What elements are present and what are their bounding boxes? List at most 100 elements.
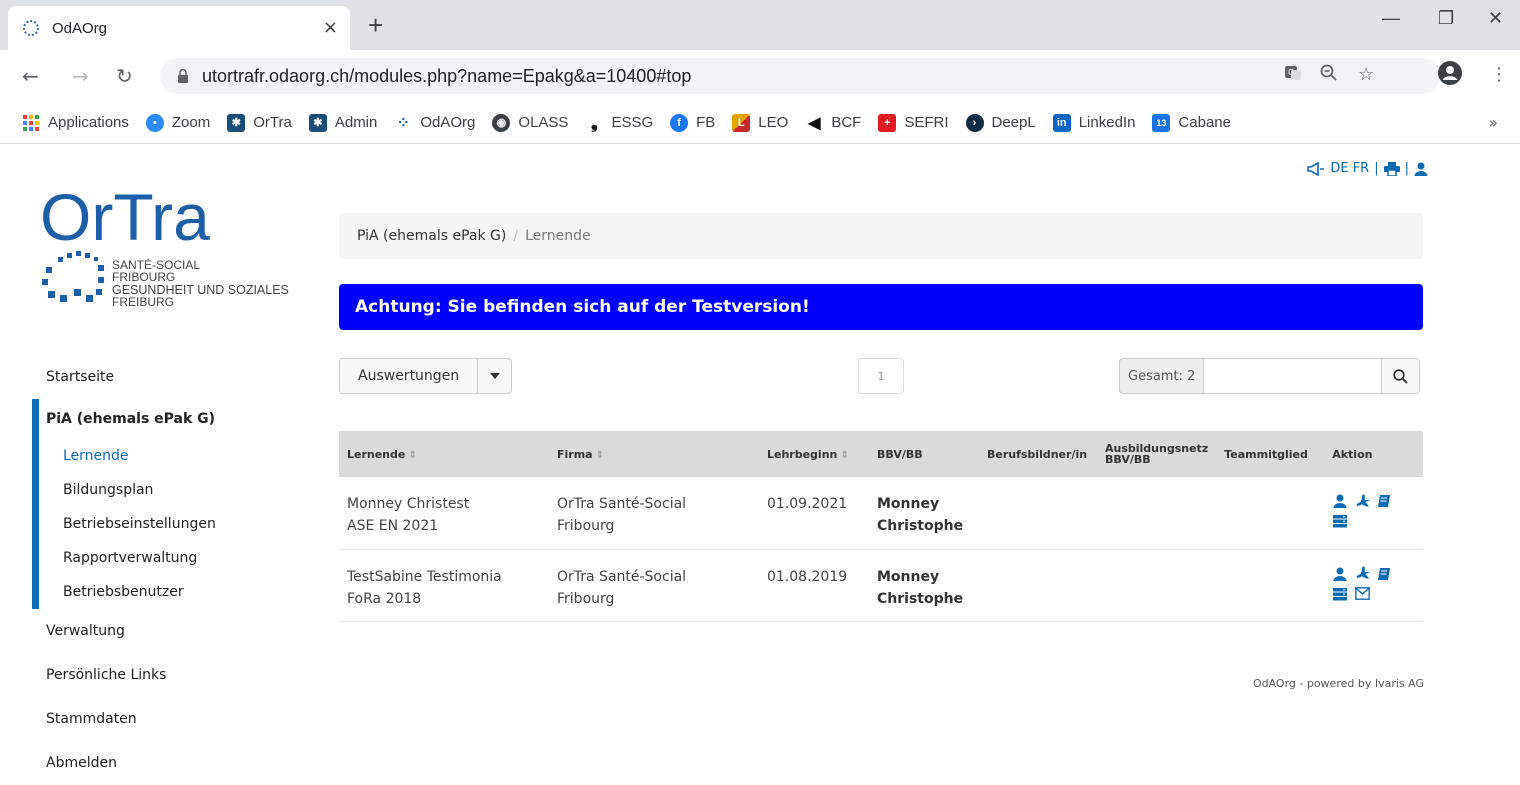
translate-icon[interactable]: G (1284, 64, 1302, 87)
print-icon[interactable] (1383, 161, 1400, 176)
bookmark-essg[interactable]: ❟ ESSG (585, 112, 653, 132)
sidebar-item-startseite[interactable]: Startseite (32, 355, 312, 399)
table-header-row: Lernende ⇕ Firma ⇕ Lehrbeginn ⇕ BBV/BB Beru… (339, 431, 1423, 477)
language-switch[interactable]: DE FR (1330, 161, 1369, 176)
sidebar-item-abmelden[interactable]: Abmelden (32, 741, 312, 785)
sidebar-item-rapportverwaltung[interactable]: Rapportverwaltung (39, 541, 312, 575)
bookmark-leo[interactable]: L LEO (732, 113, 789, 132)
browser-tab[interactable]: OdAOrg × (8, 6, 350, 50)
bookmark-linkedin[interactable]: in LinkedIn (1052, 113, 1135, 132)
bookmark-applications[interactable]: Applications (22, 114, 129, 132)
auswertungen-button[interactable]: Auswertungen (339, 358, 479, 394)
server-list-icon[interactable] (1332, 586, 1348, 602)
auswertungen-caret-button[interactable] (478, 358, 513, 394)
bookmark-star-icon[interactable]: ☆ (1358, 64, 1374, 85)
page-content: DE FR | | OrTra SANTÉ-SOCIAL FRIBOURG GE… (0, 145, 1520, 771)
server-list-icon[interactable] (1332, 513, 1348, 529)
odaorg-favicon-icon (23, 20, 39, 36)
plane-icon[interactable] (1354, 566, 1370, 582)
tab-close-icon[interactable]: × (323, 17, 338, 38)
admin-icon: ✱ (308, 113, 327, 132)
col-lehrbeginn[interactable]: Lehrbeginn ⇕ (759, 431, 869, 477)
search-button[interactable] (1382, 358, 1421, 394)
user-icon[interactable] (1332, 566, 1348, 582)
bookmark-olass[interactable]: ◉ OLASS (492, 113, 569, 132)
url-field[interactable]: utortrafr.odaorg.ch/modules.php?name=Epa… (160, 58, 1440, 94)
zoom-icon: ▪ (145, 113, 164, 132)
cell-lernende[interactable]: Monney Christest ASE EN 2021 (339, 477, 549, 550)
total-count: Gesamt: 2 (1119, 358, 1205, 394)
search-group: Gesamt: 2 (1119, 358, 1421, 394)
col-firma[interactable]: Firma ⇕ (549, 431, 759, 477)
bookmark-zoom[interactable]: ▪ Zoom (145, 113, 210, 132)
more-bookmarks-icon[interactable]: » (1488, 113, 1498, 132)
bookmark-admin[interactable]: ✱ Admin (308, 113, 378, 132)
bookmark-label: Admin (334, 114, 378, 131)
test-version-alert: Achtung: Sie befinden sich auf der Testv… (339, 284, 1423, 330)
sort-icon: ⇕ (408, 449, 417, 461)
zoom-out-icon[interactable] (1320, 64, 1338, 87)
sort-icon: ⇕ (595, 449, 604, 461)
col-lernende[interactable]: Lernende ⇕ (339, 431, 549, 477)
user-icon[interactable] (1332, 493, 1348, 509)
toplinks-separator: | (1404, 161, 1409, 176)
bookmark-label: SEFRI (904, 114, 949, 131)
cell-aktion (1324, 477, 1423, 550)
sidebar-item-bildungsplan[interactable]: Bildungsplan (39, 473, 312, 507)
restore-button[interactable]: ❐ (1438, 8, 1454, 29)
breadcrumb-parent[interactable]: PiA (ehemals ePak G) (357, 228, 506, 244)
table-row: Monney Christest ASE EN 2021 OrTra Santé-… (339, 477, 1423, 550)
cell-lernende[interactable]: TestSabine Testimonia FoRa 2018 (339, 549, 549, 622)
bookmark-label: OLASS (518, 114, 569, 131)
bookmark-bcf[interactable]: ◀ BCF (805, 114, 861, 132)
search-input[interactable] (1204, 358, 1383, 394)
apps-grid-icon (22, 114, 40, 132)
book-icon[interactable] (1376, 566, 1392, 582)
user-icon[interactable] (1414, 162, 1428, 176)
envelope-icon[interactable] (1354, 586, 1370, 602)
sidebar-item-persoenliche-links[interactable]: Persönliche Links (32, 653, 312, 697)
back-icon[interactable]: ← (22, 64, 39, 88)
bookmark-ortra[interactable]: ✱ OrTra (227, 113, 292, 132)
ortra-icon: ✱ (227, 113, 246, 132)
menu-kebab-icon[interactable]: ⋮ (1490, 64, 1508, 85)
sidebar-item-betriebseinstellungen[interactable]: Betriebseinstellungen (39, 507, 312, 541)
pagination-page[interactable]: 1 (858, 358, 904, 394)
megaphone-icon[interactable] (1307, 161, 1325, 176)
sidebar-item-betriebsbenutzer[interactable]: Betriebsbenutzer (39, 575, 312, 609)
calendar-icon: 13 (1152, 113, 1171, 132)
col-berufsbildner: Berufsbildner/in (979, 431, 1097, 477)
sidebar-item-verwaltung[interactable]: Verwaltung (32, 609, 312, 653)
bookmark-fb[interactable]: f FB (670, 113, 715, 132)
bookmark-label: LEO (758, 114, 789, 131)
cell-lehrbeginn: 01.08.2019 (759, 549, 869, 622)
breadcrumb-separator: / (513, 228, 519, 244)
bookmarks-bar: Applications ▪ Zoom ✱ OrTra ✱ Admin ⁘ Od… (0, 102, 1520, 144)
bookmark-deepl[interactable]: › DeepL (965, 113, 1036, 132)
sidebar-item-stammdaten[interactable]: Stammdaten (32, 697, 312, 741)
new-tab-button[interactable]: + (368, 10, 383, 41)
bookmark-odaorg[interactable]: ⁘ OdAOrg (394, 114, 476, 132)
plane-icon[interactable] (1354, 493, 1370, 509)
ortra-logo[interactable]: OrTra SANTÉ-SOCIAL FRIBOURG GESUNDHEIT U… (40, 180, 310, 335)
profile-avatar-icon[interactable] (1437, 60, 1463, 91)
logo-line2: FRIBOURG (112, 270, 175, 284)
reload-icon[interactable]: ↻ (116, 64, 133, 88)
col-label: Lernende (347, 447, 406, 461)
bookmark-label: Cabane (1178, 114, 1231, 131)
bookmark-label: OdAOrg (420, 114, 476, 131)
cell-teammitglied (1216, 549, 1325, 622)
bbv-line1: Monney (877, 496, 940, 512)
sidebar-item-lernende[interactable]: Lernende (39, 439, 312, 473)
address-bar: ← → ↻ utortrafr.odaorg.ch/modules.php?na… (0, 50, 1520, 102)
bookmark-sefri[interactable]: + SEFRI (878, 113, 949, 132)
cell-ausbildungsnetz (1097, 477, 1217, 550)
sidebar-item-pia[interactable]: PiA (ehemals ePak G) (39, 399, 312, 439)
book-icon[interactable] (1376, 493, 1392, 509)
minimize-button[interactable]: — (1382, 8, 1400, 29)
forward-icon[interactable]: → (72, 64, 89, 88)
learner-class: ASE EN 2021 (347, 518, 439, 534)
browser-tab-bar: OdAOrg × + — ❐ ✕ (0, 0, 1520, 50)
bookmark-cabane[interactable]: 13 Cabane (1152, 113, 1231, 132)
window-close-button[interactable]: ✕ (1488, 8, 1503, 29)
